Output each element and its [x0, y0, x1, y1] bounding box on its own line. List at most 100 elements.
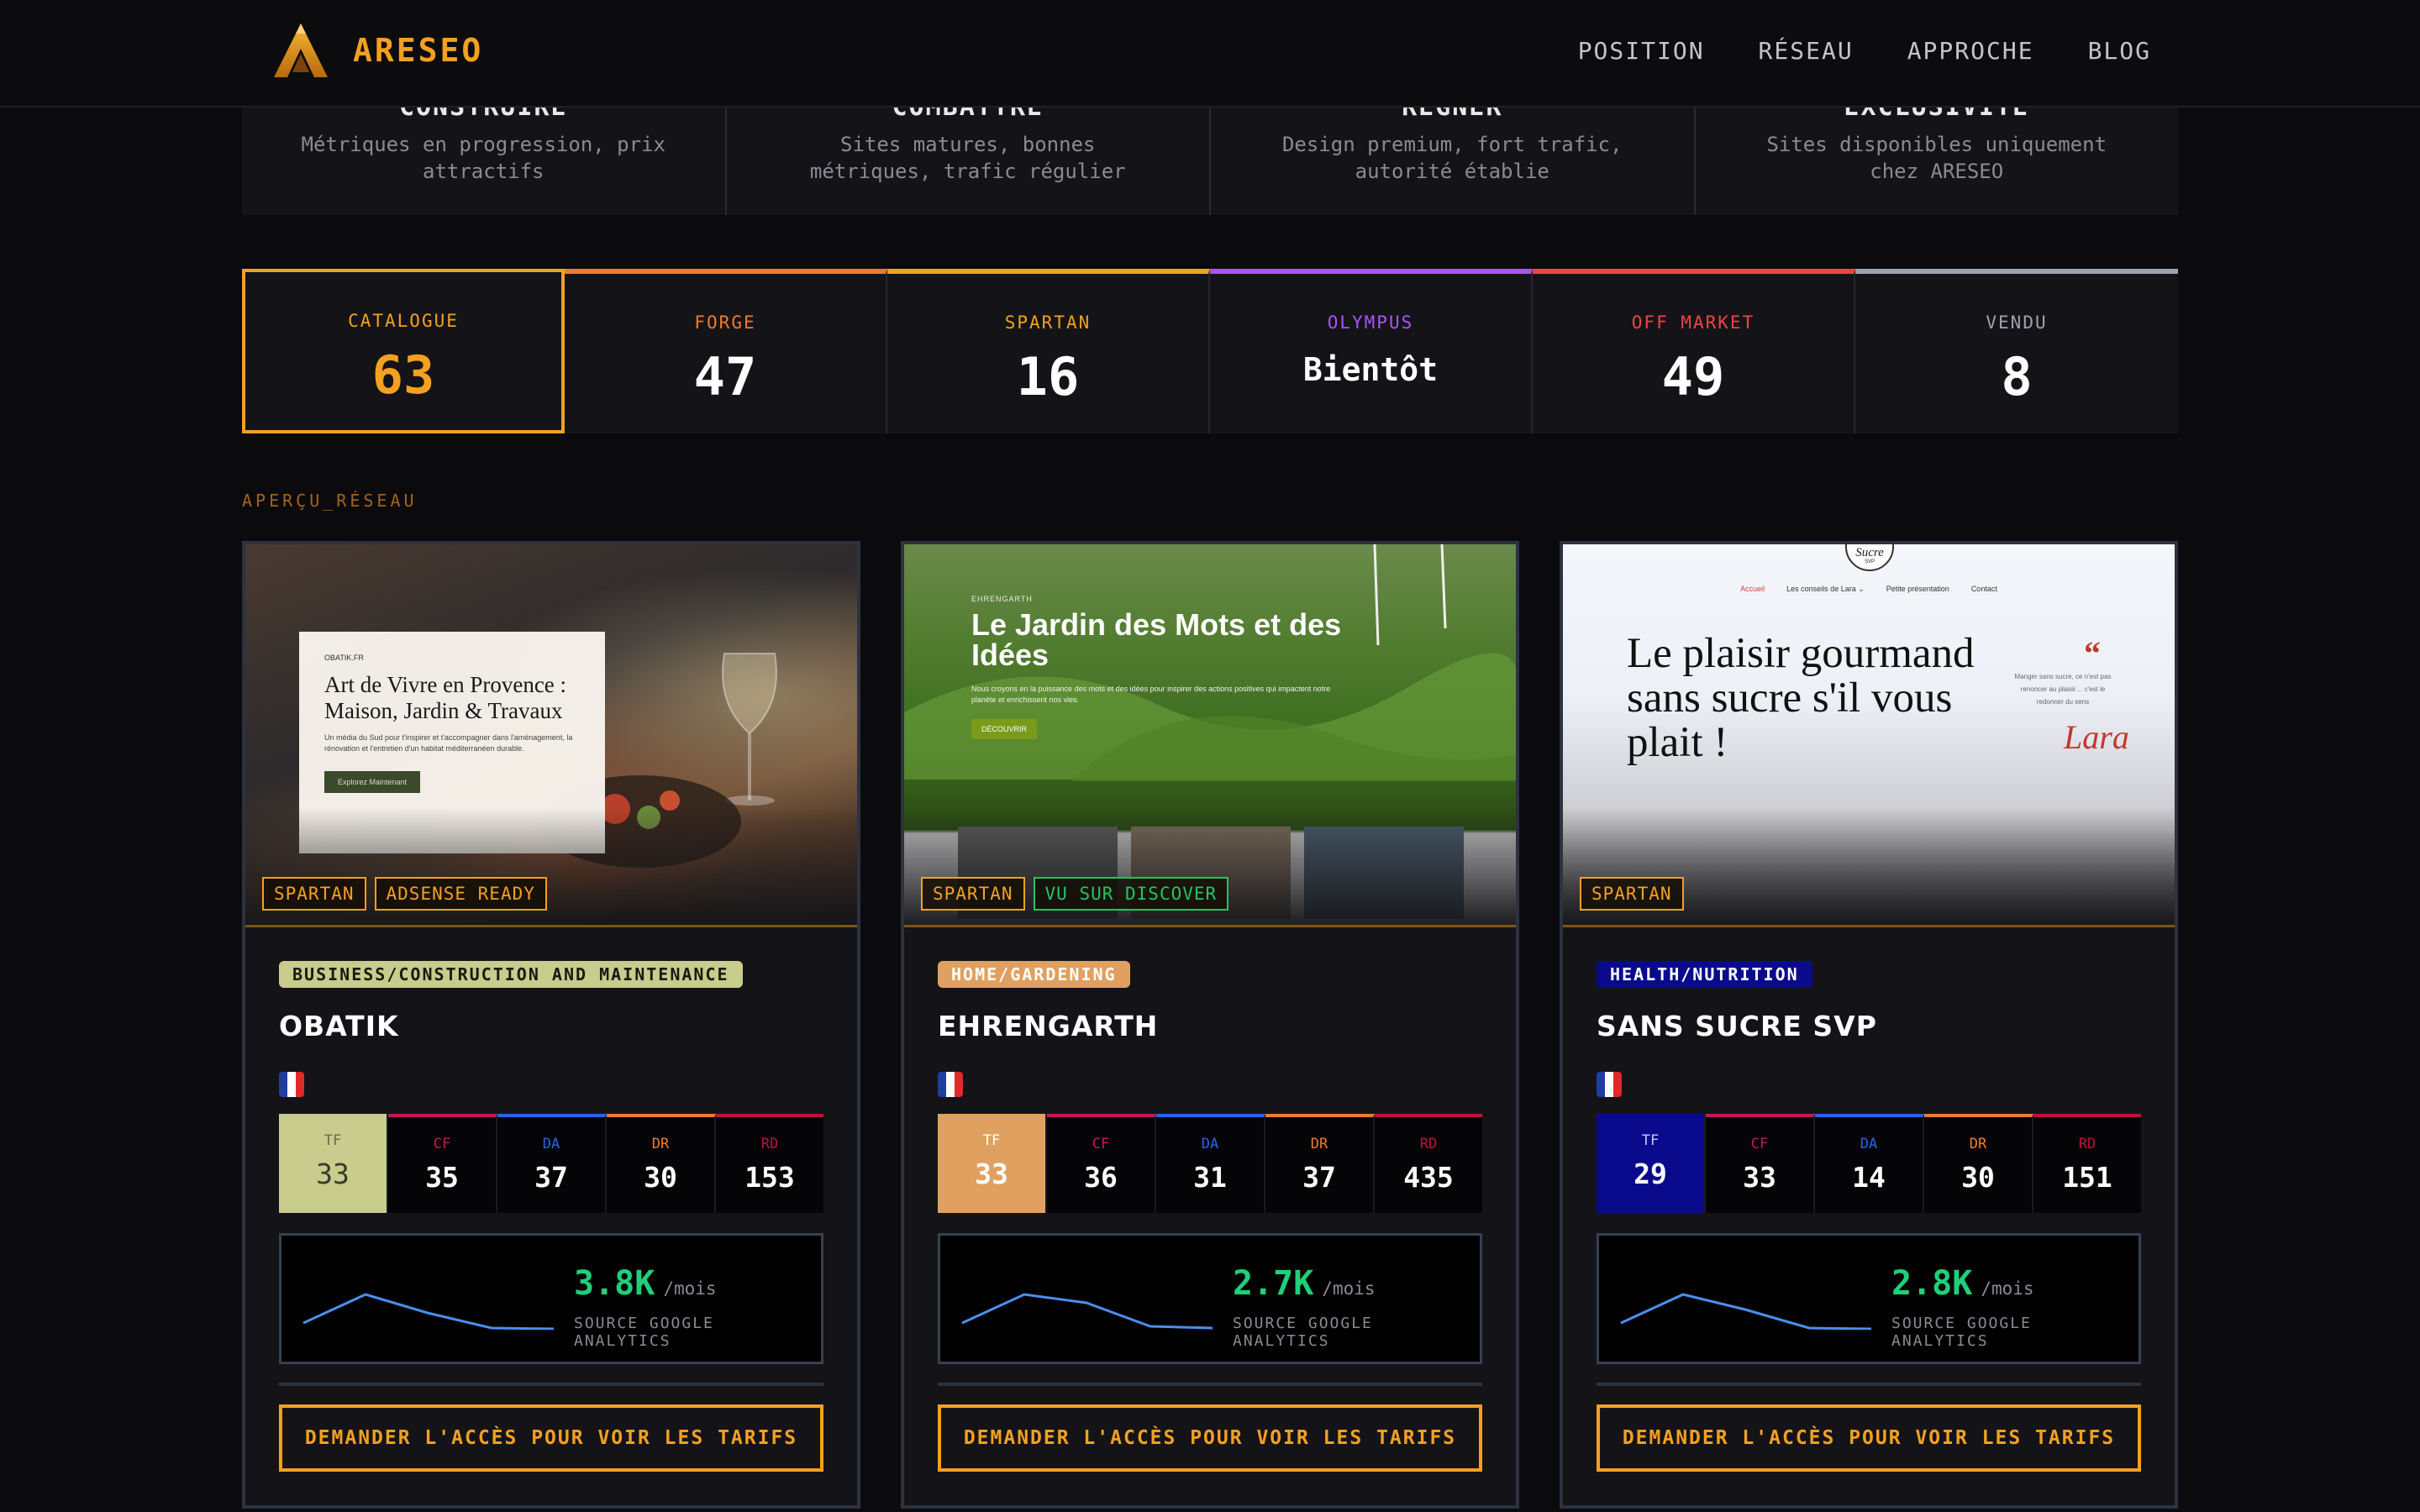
- site-thumbnail[interactable]: OBATIK.FR Art de Vivre en Provence : Mai…: [245, 544, 857, 927]
- stat-value: 47: [693, 346, 757, 407]
- site-cards: OBATIK.FR Art de Vivre en Provence : Mai…: [242, 541, 2178, 1512]
- metric-label: DR: [1310, 1136, 1328, 1152]
- traffic-panel: 3.8K/mois SOURCE GOOGLE ANALYTICS: [279, 1233, 823, 1364]
- badge-tier: SPARTAN: [262, 877, 366, 911]
- thumb-logo-sub: SVP: [1864, 559, 1875, 564]
- nav-approche[interactable]: APPROCHE: [1907, 37, 2034, 65]
- nav-position[interactable]: POSITION: [1578, 37, 1705, 65]
- metric-value: 30: [1961, 1161, 1995, 1194]
- thumb-button: DÉCOUVRIR: [971, 719, 1038, 739]
- stat-vendu[interactable]: VENDU 8: [1855, 269, 2178, 433]
- metric-label: DA: [1860, 1136, 1878, 1152]
- badge-tier: SPARTAN: [921, 877, 1025, 911]
- badge-tier: SPARTAN: [1580, 877, 1684, 911]
- thumb-headline: Le Jardin des Mots et des Idées: [971, 607, 1342, 672]
- france-flag-icon: [279, 1072, 304, 1097]
- metric-label: CF: [1092, 1136, 1110, 1152]
- metric-label: DR: [1969, 1136, 1987, 1152]
- metric-cf: CF 33: [1706, 1114, 1815, 1213]
- feature-title: COMBATTRE: [727, 108, 1210, 122]
- feature-desc: Design premium, fort trafic, autorité ét…: [1281, 133, 1623, 183]
- nav-blog[interactable]: BLOG: [2088, 37, 2151, 65]
- metric-value: 35: [425, 1161, 459, 1194]
- metric-tf: TF 29: [1597, 1114, 1706, 1213]
- feature-title: RÉGNER: [1211, 108, 1694, 122]
- catalogue-stats: CATALOGUE 63 FORGE 47 SPARTAN 16 OLYMPUS…: [242, 269, 2178, 433]
- stat-label: OLYMPUS: [1327, 312, 1414, 333]
- divider: [1597, 1383, 2141, 1386]
- metric-value: 153: [744, 1161, 795, 1194]
- feature-construire: CONSTRUIRE Métriques en progression, pri…: [242, 108, 727, 215]
- metric-value: 14: [1852, 1161, 1886, 1194]
- metric-rd: RD 435: [1375, 1114, 1482, 1213]
- brand[interactable]: ARESEO: [271, 20, 483, 81]
- badge-discover: VU SUR DISCOVER: [1033, 877, 1229, 911]
- thumb-signature: Lara: [2064, 718, 2129, 756]
- traffic-value: 3.8K/mois: [574, 1264, 717, 1303]
- feature-combattre: COMBATTRE Sites matures, bonnes métrique…: [727, 108, 1211, 215]
- thumb-site: OBATIK.FR: [324, 654, 364, 662]
- metric-value: 33: [316, 1158, 350, 1190]
- traffic-source: SOURCE GOOGLE ANALYTICS: [1891, 1315, 2032, 1350]
- thumb-headline: Art de Vivre en Provence : Maison, Jardi…: [324, 672, 567, 723]
- metric-dr: DR 30: [1924, 1114, 2033, 1213]
- divider: [938, 1383, 1482, 1386]
- thumb-nav-presentation: Petite présentation: [1886, 585, 1949, 593]
- traffic-sparkline: [961, 1293, 1213, 1330]
- top-navbar: ARESEO POSITION RÉSEAU APPROCHE BLOG: [0, 0, 2420, 108]
- stat-olympus[interactable]: OLYMPUS Bientôt: [1210, 269, 1533, 433]
- france-flag-icon: [1597, 1072, 1622, 1097]
- site-name: EHRENGARTH: [938, 1010, 1159, 1042]
- traffic-number: 2.7K: [1233, 1264, 1314, 1303]
- metric-label: TF: [1641, 1132, 1660, 1149]
- areseo-logo-icon: [274, 24, 328, 77]
- thumb-headline: Le plaisir gourmand sans sucre s'il vous…: [1627, 630, 1975, 766]
- divider: [279, 1383, 823, 1386]
- traffic-panel: 2.8K/mois SOURCE GOOGLE ANALYTICS: [1597, 1233, 2141, 1364]
- metric-label: DR: [651, 1136, 670, 1152]
- traffic-sparkline: [1620, 1293, 1871, 1330]
- metric-label: DA: [542, 1136, 560, 1152]
- request-access-button[interactable]: DEMANDER L'ACCÈS POUR VOIR LES TARIFS: [1597, 1404, 2141, 1472]
- thumb-text: Nous croyons en la puissance des mots et…: [971, 685, 1331, 704]
- feature-desc: Sites disponibles uniquement chez ARESEO: [1766, 133, 2107, 183]
- stat-label: VENDU: [1986, 312, 2048, 333]
- metric-value: 37: [1302, 1161, 1336, 1194]
- thumb-text: Un média du Sud pour t'inspirer et t'acc…: [324, 733, 573, 753]
- site-name: OBATIK: [279, 1010, 399, 1042]
- metric-da: DA 31: [1156, 1114, 1265, 1213]
- seo-metrics: TF 33 CF 35 DA 37 DR 30 RD 153: [279, 1114, 823, 1213]
- request-access-button[interactable]: DEMANDER L'ACCÈS POUR VOIR LES TARIFS: [279, 1404, 823, 1472]
- stat-label: FORGE: [694, 312, 756, 333]
- site-card[interactable]: OBATIK.FR Art de Vivre en Provence : Mai…: [242, 541, 860, 1509]
- feature-title: CONSTRUIRE: [242, 108, 725, 122]
- metric-value: 33: [975, 1158, 1008, 1190]
- badge-adsense: ADSENSE READY: [374, 877, 547, 911]
- stat-off-market[interactable]: OFF MARKET 49: [1533, 269, 1855, 433]
- thumb-nav-contact: Contact: [1970, 585, 1997, 593]
- site-card[interactable]: Sucre SVP Accueil Les conseils de Lara ⌄…: [1560, 541, 2178, 1509]
- traffic-source: SOURCE GOOGLE ANALYTICS: [574, 1315, 714, 1350]
- stat-label: OFF MARKET: [1631, 312, 1755, 333]
- stat-catalogue[interactable]: CATALOGUE 63: [242, 269, 565, 433]
- site-name: SANS SUCRE SVP: [1597, 1010, 1877, 1042]
- traffic-unit: /mois: [1981, 1278, 2034, 1299]
- site-thumbnail[interactable]: Sucre SVP Accueil Les conseils de Lara ⌄…: [1563, 544, 2175, 927]
- metric-dr: DR 30: [607, 1114, 716, 1213]
- metric-cf: CF 36: [1047, 1114, 1156, 1213]
- site-card[interactable]: EHRENGARTH Le Jardin des Mots et des Idé…: [901, 541, 1519, 1509]
- traffic-unit: /mois: [663, 1278, 717, 1299]
- stat-label: SPARTAN: [1004, 312, 1092, 333]
- france-flag-icon: [938, 1072, 963, 1097]
- stat-forge[interactable]: FORGE 47: [565, 269, 887, 433]
- metric-value: 37: [534, 1161, 568, 1194]
- nav-reseau[interactable]: RÉSEAU: [1759, 37, 1854, 65]
- main-nav: POSITION RÉSEAU APPROCHE BLOG: [1578, 37, 2151, 65]
- site-thumbnail[interactable]: EHRENGARTH Le Jardin des Mots et des Idé…: [904, 544, 1516, 927]
- request-access-button[interactable]: DEMANDER L'ACCÈS POUR VOIR LES TARIFS: [938, 1404, 1482, 1472]
- feature-desc: Métriques en progression, prix attractif…: [301, 133, 666, 183]
- stat-spartan[interactable]: SPARTAN 16: [887, 269, 1210, 433]
- metric-rd: RD 153: [716, 1114, 823, 1213]
- traffic-panel: 2.7K/mois SOURCE GOOGLE ANALYTICS: [938, 1233, 1482, 1364]
- feature-exclusivite: EXCLUSIVITÉ Sites disponibles uniquement…: [1696, 108, 2179, 215]
